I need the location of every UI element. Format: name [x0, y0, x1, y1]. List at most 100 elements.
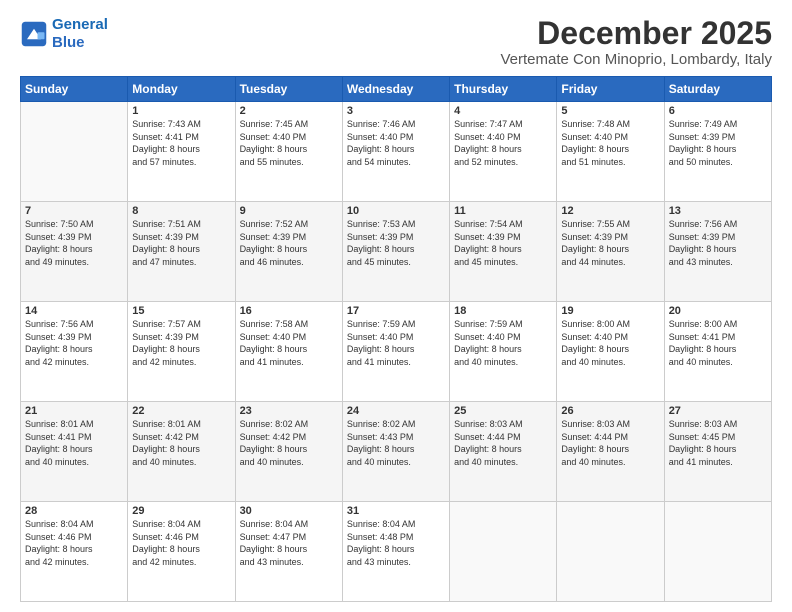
day-info: Sunrise: 7:48 AM Sunset: 4:40 PM Dayligh…	[561, 118, 659, 168]
calendar-week-5: 28Sunrise: 8:04 AM Sunset: 4:46 PM Dayli…	[21, 502, 772, 602]
day-number: 12	[561, 205, 659, 217]
day-number: 16	[240, 305, 338, 317]
calendar-cell: 20Sunrise: 8:00 AM Sunset: 4:41 PM Dayli…	[664, 302, 771, 402]
day-info: Sunrise: 7:46 AM Sunset: 4:40 PM Dayligh…	[347, 118, 445, 168]
day-number: 10	[347, 205, 445, 217]
calendar-cell: 28Sunrise: 8:04 AM Sunset: 4:46 PM Dayli…	[21, 502, 128, 602]
calendar-cell: 4Sunrise: 7:47 AM Sunset: 4:40 PM Daylig…	[450, 102, 557, 202]
calendar-cell	[450, 502, 557, 602]
day-number: 7	[25, 205, 123, 217]
calendar-cell: 21Sunrise: 8:01 AM Sunset: 4:41 PM Dayli…	[21, 402, 128, 502]
calendar-cell: 29Sunrise: 8:04 AM Sunset: 4:46 PM Dayli…	[128, 502, 235, 602]
day-info: Sunrise: 8:01 AM Sunset: 4:42 PM Dayligh…	[132, 418, 230, 468]
calendar-cell: 24Sunrise: 8:02 AM Sunset: 4:43 PM Dayli…	[342, 402, 449, 502]
calendar-cell: 9Sunrise: 7:52 AM Sunset: 4:39 PM Daylig…	[235, 202, 342, 302]
day-info: Sunrise: 7:58 AM Sunset: 4:40 PM Dayligh…	[240, 318, 338, 368]
header: General Blue December 2025 Vertemate Con…	[20, 16, 772, 68]
day-info: Sunrise: 8:03 AM Sunset: 4:44 PM Dayligh…	[454, 418, 552, 468]
day-number: 19	[561, 305, 659, 317]
day-number: 28	[25, 505, 123, 517]
calendar-cell: 1Sunrise: 7:43 AM Sunset: 4:41 PM Daylig…	[128, 102, 235, 202]
day-number: 4	[454, 105, 552, 117]
calendar-cell: 2Sunrise: 7:45 AM Sunset: 4:40 PM Daylig…	[235, 102, 342, 202]
day-info: Sunrise: 7:56 AM Sunset: 4:39 PM Dayligh…	[669, 218, 767, 268]
calendar-cell: 19Sunrise: 8:00 AM Sunset: 4:40 PM Dayli…	[557, 302, 664, 402]
logo-icon	[20, 20, 48, 48]
calendar-cell: 14Sunrise: 7:56 AM Sunset: 4:39 PM Dayli…	[21, 302, 128, 402]
month-title: December 2025	[500, 16, 772, 51]
calendar-cell: 13Sunrise: 7:56 AM Sunset: 4:39 PM Dayli…	[664, 202, 771, 302]
logo-text: General Blue	[52, 16, 108, 52]
day-info: Sunrise: 8:03 AM Sunset: 4:44 PM Dayligh…	[561, 418, 659, 468]
calendar-cell: 10Sunrise: 7:53 AM Sunset: 4:39 PM Dayli…	[342, 202, 449, 302]
calendar-cell: 30Sunrise: 8:04 AM Sunset: 4:47 PM Dayli…	[235, 502, 342, 602]
calendar-cell: 5Sunrise: 7:48 AM Sunset: 4:40 PM Daylig…	[557, 102, 664, 202]
day-number: 20	[669, 305, 767, 317]
weekday-header-row: SundayMondayTuesdayWednesdayThursdayFrid…	[21, 77, 772, 102]
day-info: Sunrise: 7:54 AM Sunset: 4:39 PM Dayligh…	[454, 218, 552, 268]
day-info: Sunrise: 8:04 AM Sunset: 4:46 PM Dayligh…	[25, 518, 123, 568]
weekday-header-thursday: Thursday	[450, 77, 557, 102]
calendar-cell: 6Sunrise: 7:49 AM Sunset: 4:39 PM Daylig…	[664, 102, 771, 202]
day-number: 30	[240, 505, 338, 517]
calendar-cell: 31Sunrise: 8:04 AM Sunset: 4:48 PM Dayli…	[342, 502, 449, 602]
day-info: Sunrise: 7:52 AM Sunset: 4:39 PM Dayligh…	[240, 218, 338, 268]
day-number: 8	[132, 205, 230, 217]
day-number: 29	[132, 505, 230, 517]
weekday-header-monday: Monday	[128, 77, 235, 102]
calendar-cell: 17Sunrise: 7:59 AM Sunset: 4:40 PM Dayli…	[342, 302, 449, 402]
day-number: 23	[240, 405, 338, 417]
calendar-cell: 7Sunrise: 7:50 AM Sunset: 4:39 PM Daylig…	[21, 202, 128, 302]
logo-line2: Blue	[52, 34, 85, 51]
day-number: 9	[240, 205, 338, 217]
calendar-cell: 27Sunrise: 8:03 AM Sunset: 4:45 PM Dayli…	[664, 402, 771, 502]
day-info: Sunrise: 8:04 AM Sunset: 4:47 PM Dayligh…	[240, 518, 338, 568]
day-info: Sunrise: 7:55 AM Sunset: 4:39 PM Dayligh…	[561, 218, 659, 268]
calendar-cell: 22Sunrise: 8:01 AM Sunset: 4:42 PM Dayli…	[128, 402, 235, 502]
calendar-cell	[664, 502, 771, 602]
day-number: 15	[132, 305, 230, 317]
calendar-cell	[557, 502, 664, 602]
day-number: 25	[454, 405, 552, 417]
weekday-header-tuesday: Tuesday	[235, 77, 342, 102]
day-info: Sunrise: 8:00 AM Sunset: 4:41 PM Dayligh…	[669, 318, 767, 368]
calendar-week-1: 1Sunrise: 7:43 AM Sunset: 4:41 PM Daylig…	[21, 102, 772, 202]
calendar-cell: 23Sunrise: 8:02 AM Sunset: 4:42 PM Dayli…	[235, 402, 342, 502]
day-info: Sunrise: 8:01 AM Sunset: 4:41 PM Dayligh…	[25, 418, 123, 468]
day-info: Sunrise: 8:04 AM Sunset: 4:48 PM Dayligh…	[347, 518, 445, 568]
day-number: 24	[347, 405, 445, 417]
calendar-page: General Blue December 2025 Vertemate Con…	[0, 0, 792, 612]
title-block: December 2025 Vertemate Con Minoprio, Lo…	[500, 16, 772, 68]
day-info: Sunrise: 7:45 AM Sunset: 4:40 PM Dayligh…	[240, 118, 338, 168]
day-number: 2	[240, 105, 338, 117]
day-info: Sunrise: 7:51 AM Sunset: 4:39 PM Dayligh…	[132, 218, 230, 268]
day-info: Sunrise: 8:02 AM Sunset: 4:42 PM Dayligh…	[240, 418, 338, 468]
location-title: Vertemate Con Minoprio, Lombardy, Italy	[500, 51, 772, 68]
calendar-week-2: 7Sunrise: 7:50 AM Sunset: 4:39 PM Daylig…	[21, 202, 772, 302]
calendar-cell	[21, 102, 128, 202]
day-info: Sunrise: 7:59 AM Sunset: 4:40 PM Dayligh…	[454, 318, 552, 368]
day-number: 11	[454, 205, 552, 217]
day-number: 14	[25, 305, 123, 317]
day-info: Sunrise: 7:59 AM Sunset: 4:40 PM Dayligh…	[347, 318, 445, 368]
day-info: Sunrise: 7:43 AM Sunset: 4:41 PM Dayligh…	[132, 118, 230, 168]
day-number: 21	[25, 405, 123, 417]
day-info: Sunrise: 8:00 AM Sunset: 4:40 PM Dayligh…	[561, 318, 659, 368]
day-number: 1	[132, 105, 230, 117]
day-info: Sunrise: 8:02 AM Sunset: 4:43 PM Dayligh…	[347, 418, 445, 468]
day-number: 18	[454, 305, 552, 317]
day-info: Sunrise: 7:50 AM Sunset: 4:39 PM Dayligh…	[25, 218, 123, 268]
calendar-cell: 11Sunrise: 7:54 AM Sunset: 4:39 PM Dayli…	[450, 202, 557, 302]
calendar-week-3: 14Sunrise: 7:56 AM Sunset: 4:39 PM Dayli…	[21, 302, 772, 402]
day-info: Sunrise: 7:49 AM Sunset: 4:39 PM Dayligh…	[669, 118, 767, 168]
calendar-cell: 16Sunrise: 7:58 AM Sunset: 4:40 PM Dayli…	[235, 302, 342, 402]
day-number: 13	[669, 205, 767, 217]
weekday-header-friday: Friday	[557, 77, 664, 102]
calendar-cell: 12Sunrise: 7:55 AM Sunset: 4:39 PM Dayli…	[557, 202, 664, 302]
day-number: 31	[347, 505, 445, 517]
day-info: Sunrise: 8:04 AM Sunset: 4:46 PM Dayligh…	[132, 518, 230, 568]
weekday-header-sunday: Sunday	[21, 77, 128, 102]
day-info: Sunrise: 8:03 AM Sunset: 4:45 PM Dayligh…	[669, 418, 767, 468]
day-info: Sunrise: 7:57 AM Sunset: 4:39 PM Dayligh…	[132, 318, 230, 368]
day-number: 17	[347, 305, 445, 317]
